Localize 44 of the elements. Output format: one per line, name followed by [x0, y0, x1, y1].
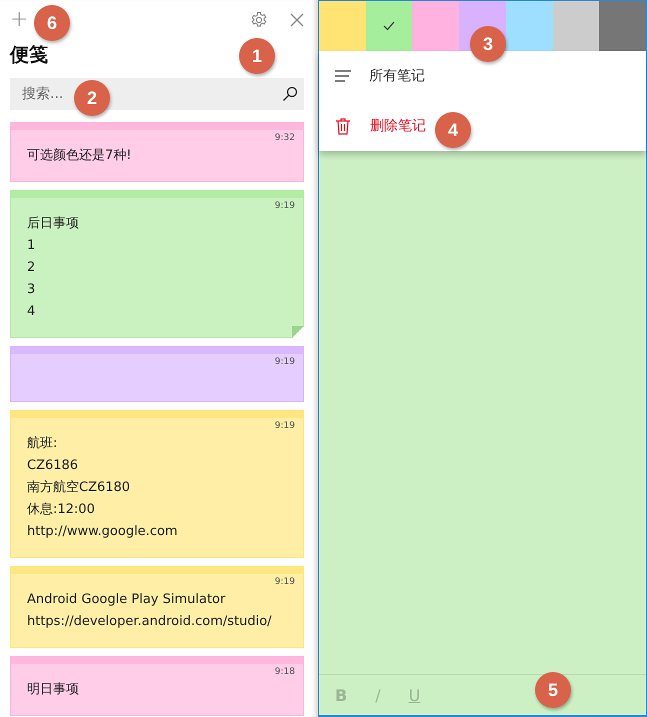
check-icon — [383, 21, 396, 31]
color-swatch[interactable] — [366, 1, 412, 51]
note-time: 9:32 — [274, 132, 296, 143]
note-text: 航班: — [27, 435, 58, 453]
new-note-button[interactable]: + — [10, 9, 28, 31]
note-card[interactable]: 9:18 明日事项 — [10, 656, 304, 716]
color-swatch[interactable] — [599, 1, 646, 51]
note-text: 2 — [27, 259, 36, 277]
note-text: 后日事项 — [27, 215, 80, 233]
note-time: 9:19 — [274, 356, 296, 367]
note-time: 9:19 — [274, 576, 296, 587]
color-swatch[interactable] — [552, 1, 600, 51]
note-text: http://www.google.com — [27, 523, 179, 541]
color-swatch[interactable] — [412, 1, 460, 51]
note-text: https://developer.android.com/studio/ — [27, 613, 273, 631]
color-swatch[interactable] — [319, 1, 366, 51]
note-card[interactable]: 9:32 可选颜色还是7种! — [10, 122, 304, 182]
note-time: 9:19 — [274, 200, 296, 211]
note-card[interactable]: 9:19 航班: CZ6186 南方航空CZ6180 休息:12:00 http://www.google.com — [10, 410, 304, 558]
menu-label: 删除笔记 — [370, 117, 426, 135]
note-text: 1 — [27, 237, 36, 255]
color-swatch[interactable] — [506, 1, 553, 51]
search-icon[interactable] — [282, 86, 298, 102]
note-text: 4 — [27, 303, 36, 321]
close-icon[interactable] — [290, 13, 304, 27]
lines-icon — [335, 70, 351, 82]
note-time: 9:18 — [274, 666, 296, 677]
menu-item[interactable]: 所有笔记 — [319, 51, 429, 101]
note-text: 休息:12:00 — [27, 501, 96, 519]
note-card[interactable]: 9:19 后日事项 1 2 3 4 — [10, 190, 304, 338]
trash-icon — [336, 118, 350, 134]
note-card[interactable]: 9:19 — [10, 346, 304, 402]
menu-item[interactable]: 删除笔记 — [319, 101, 430, 151]
note-time: 9:19 — [274, 420, 296, 431]
menu-label: 所有笔记 — [369, 67, 425, 85]
note-text: 南方航空CZ6180 — [27, 479, 132, 497]
note-card[interactable]: 9:19 Android Google Play Simulator https://developer.android.com/studio/ — [10, 566, 304, 648]
note-text: 可选颜色还是7种! — [27, 147, 132, 165]
settings-icon[interactable] — [250, 11, 268, 29]
app-title: 便笺 — [10, 43, 48, 68]
note-text: 明日事项 — [27, 681, 80, 699]
note-text: CZ6186 — [27, 457, 80, 475]
note-text: Android Google Play Simulator — [27, 591, 226, 609]
note-text: 3 — [27, 281, 36, 299]
